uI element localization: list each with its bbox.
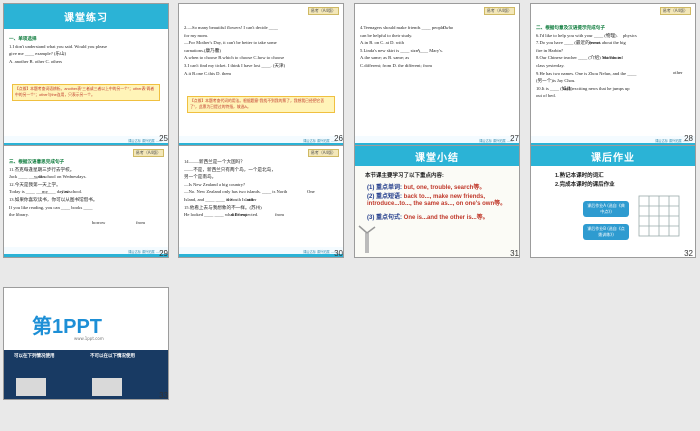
answer-text: A [417,48,421,53]
slide-number: 26 [334,134,343,143]
brand-url: www.1ppt.com [74,336,104,341]
answer-text: D [443,25,447,30]
slide-thumbnail-33[interactable]: 第1PPT www.1ppt.com 可以在下列情况使用 不可以在以下情况使用 [3,287,169,400]
answer-text: other [247,197,257,202]
building-sketch-icon [638,195,680,237]
slide-number: 25 [159,134,168,143]
homework-a-button[interactable]: 课后作业A (选自《典中点》) [583,201,629,217]
slide-number: 31 [510,249,519,258]
question-line: give me ____ example? (乐山) [9,51,67,57]
hint-box: 【点拨】本题考查代词的用法。根据题意“我找不到我的票了，我想我已经把它丢了”，此… [187,96,335,113]
slide-thumbnail-29[interactable]: 易考（A4版） 三、根据汉语意思完成句子 11.杰克每逢星期三步行去学校。 Ja… [3,145,169,258]
slide-title: 课堂小结 [415,153,459,164]
homework-list: 1.熟记本课时的词汇 2.完成本课时的课后作业 [555,173,615,188]
slide-number: 30 [334,249,343,258]
question-line: A. another B. other C. others [9,58,63,64]
slide-number: 32 [684,249,693,258]
answer-text: first [62,189,70,194]
answer-text: from [275,212,284,217]
homework-b-button[interactable]: 课后作业B (选自《点拨训练》) [583,224,629,240]
slide-thumbnail-25[interactable]: 课堂练习 一、单项选择 1.I don't understand what yo… [3,3,169,147]
slide-number: 28 [684,134,693,143]
answer-text: other [673,70,683,75]
slide-content: 一、单项选择 1.I don't understand what you sai… [9,35,164,65]
answer-text: from [136,220,145,225]
hint-box: 【点拨】本题考查词语辨析。another表“三者或三者以上中的另一个”；othe… [12,84,160,101]
answer-text: such [563,86,572,91]
slide-title: 课堂练习 [64,13,108,24]
slide-thumbnail-28[interactable]: 易考（A4版） 二、根据句意及汉语提示完成句子 6.I'd like to he… [530,3,696,147]
slide-title: 课后作业 [591,153,635,164]
brand-logo: 第1PPT [32,316,103,338]
slide-tag: 易考（A4版） [132,149,164,157]
section-heading: 一、单项选择 [9,36,37,41]
left-caption: 可以在下列情况使用 [14,354,55,359]
summary-list: (1) 重点单词: but, one, trouble, search等。 (2… [367,185,507,221]
windmill-icon [358,225,376,253]
slide-thumbnail-27[interactable]: 易考（A4版） 4.Teenagers should make friends … [354,3,520,147]
slide-tag: 易考（A4版） [483,7,515,15]
right-caption: 不可以在以下情况使用 [90,354,135,359]
qr-code-icon [92,378,122,396]
slide-thumbnail-26[interactable]: 易考（A4版） 2.—So many beautiful flowers! I … [178,3,344,147]
slide-thumbnail-30[interactable]: 易考（A4版） 14.——新西兰是一个大国吗？ ——不是，新西兰只有两个岛，一个… [178,145,344,258]
answer-text: recent [589,40,601,45]
slide-content: 2.—So many beautiful flowers! I can't de… [184,25,286,76]
slide-tag: 易考（A4版） [307,149,339,157]
qr-code-icon [16,378,46,396]
answer-text: walks [34,174,45,179]
slide-number: 29 [159,249,168,258]
slide-number: 27 [510,134,519,143]
summary-intro: 本节课主要学习了以下重点内容: [365,173,444,179]
question-line: 1.I don't understand what you said. Woul… [9,43,108,49]
slide-tag: 易考（A4版） [659,7,691,15]
answer-text: One [307,189,315,194]
slide-thumbnail-31[interactable]: 课堂小结 本节课主要学习了以下重点内容: (1) 重点单词: but, one,… [354,145,520,258]
slide-tag: 易考（A4版） [307,7,339,15]
slide-number: 33 [159,391,168,400]
answer-text: introduced [603,55,623,60]
slide-thumbnail-32[interactable]: 课后作业 1.熟记本课时的词汇 2.完成本课时的课后作业 课后作业A (选自《典… [530,145,696,258]
